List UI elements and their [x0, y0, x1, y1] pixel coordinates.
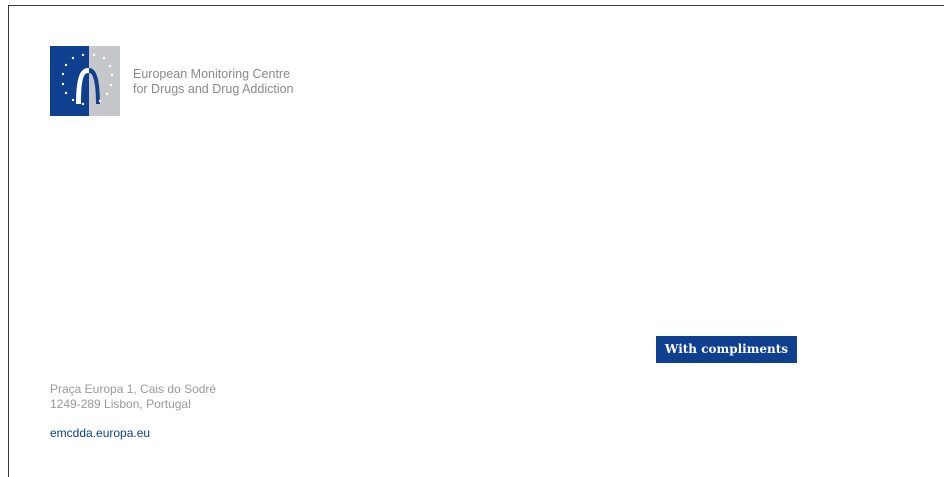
website-link[interactable]: emcdda.europa.eu	[50, 426, 150, 441]
address-line2: 1249-289 Lisbon, Portugal	[50, 397, 191, 411]
emcdda-logo-icon	[50, 46, 120, 116]
organization-name-line1: European Monitoring Centre	[133, 67, 291, 81]
with-compliments-badge: With compliments	[656, 336, 797, 363]
postal-address: Praça Europa 1, Cais do Sodré 1249-289 L…	[50, 382, 216, 412]
logo-blue-panel	[50, 46, 89, 116]
organization-name: European Monitoring Centre for Drugs and…	[133, 67, 294, 97]
logo-graphic	[50, 46, 120, 116]
address-line1: Praça Europa 1, Cais do Sodré	[50, 382, 217, 396]
logo-grey-panel	[89, 46, 120, 116]
organization-name-line2: for Drugs and Drug Addiction	[133, 82, 294, 96]
